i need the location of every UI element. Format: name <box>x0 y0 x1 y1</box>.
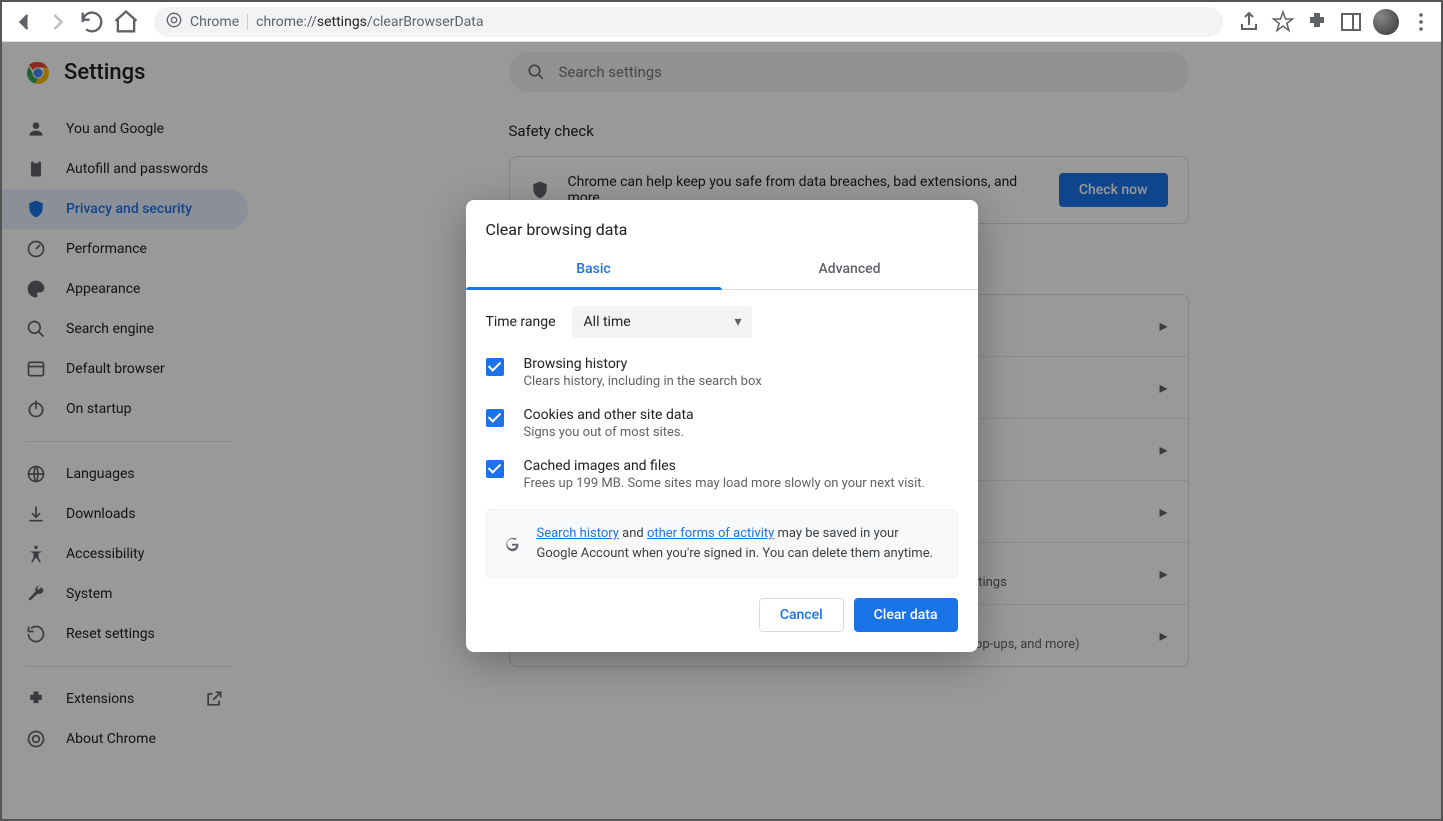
address-bar[interactable]: Chrome chrome://settings/clearBrowserDat… <box>154 7 1223 37</box>
extensions-icon[interactable] <box>1305 10 1329 34</box>
menu-icon[interactable] <box>1409 10 1433 34</box>
time-range-dropdown[interactable]: All time <box>572 306 752 338</box>
checkbox-cached[interactable] <box>486 460 504 478</box>
cancel-button[interactable]: Cancel <box>759 598 844 632</box>
tab-advanced[interactable]: Advanced <box>722 249 978 289</box>
chrome-label: Chrome <box>190 14 248 30</box>
clear-browsing-data-dialog: Clear browsing data Basic Advanced Time … <box>466 200 978 652</box>
google-g-icon <box>503 526 521 563</box>
share-icon[interactable] <box>1237 10 1261 34</box>
home-button[interactable] <box>112 8 140 36</box>
modal-overlay[interactable]: Clear browsing data Basic Advanced Time … <box>2 42 1441 819</box>
time-range-label: Time range <box>486 314 556 330</box>
url-text: chrome://settings/clearBrowserData <box>256 14 483 30</box>
check-browsing-history[interactable]: Browsing historyClears history, includin… <box>486 356 958 389</box>
bookmark-icon[interactable] <box>1271 10 1295 34</box>
check-cookies[interactable]: Cookies and other site dataSigns you out… <box>486 407 958 440</box>
sidepanel-icon[interactable] <box>1339 10 1363 34</box>
search-history-link[interactable]: Search history <box>537 526 619 541</box>
checkbox-cookies[interactable] <box>486 409 504 427</box>
chrome-icon <box>166 12 182 32</box>
checkbox-browsing-history[interactable] <box>486 358 504 376</box>
google-account-info: Search history and other forms of activi… <box>486 509 958 578</box>
reload-button[interactable] <box>78 8 106 36</box>
clear-data-button[interactable]: Clear data <box>854 598 958 632</box>
profile-avatar[interactable] <box>1373 9 1399 35</box>
browser-toolbar: Chrome chrome://settings/clearBrowserDat… <box>2 2 1441 42</box>
dialog-tabs: Basic Advanced <box>466 249 978 290</box>
other-activity-link[interactable]: other forms of activity <box>647 526 774 541</box>
check-cached[interactable]: Cached images and filesFrees up 199 MB. … <box>486 458 958 491</box>
back-button[interactable] <box>10 8 38 36</box>
tab-basic[interactable]: Basic <box>466 249 722 289</box>
forward-button[interactable] <box>44 8 72 36</box>
dialog-title: Clear browsing data <box>466 200 978 249</box>
